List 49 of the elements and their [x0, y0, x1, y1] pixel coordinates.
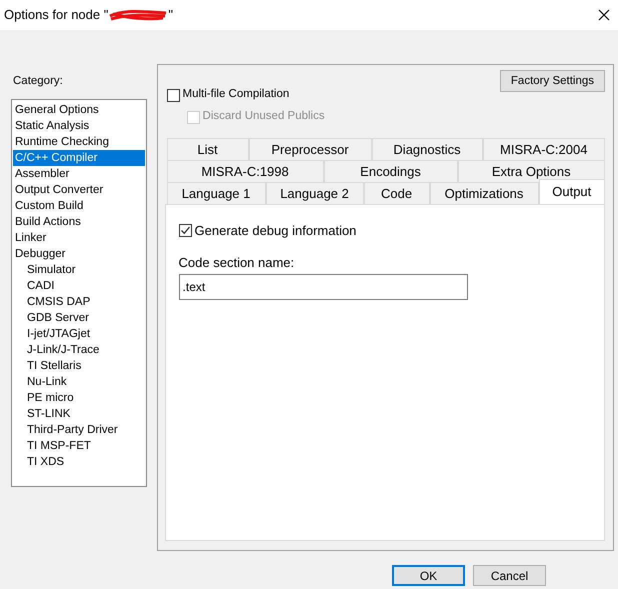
window-title-quote: "	[168, 6, 173, 24]
category-item[interactable]: TI Stellaris	[13, 358, 145, 374]
category-item[interactable]: Third-Party Driver	[13, 422, 145, 438]
checkbox-label[interactable]: Generate debug information	[194, 221, 356, 240]
checkbox[interactable]	[166, 88, 180, 102]
category-item[interactable]: Simulator	[13, 262, 145, 278]
dialog-button[interactable]: Cancel	[473, 565, 546, 586]
category-item[interactable]: General Options	[13, 102, 145, 118]
category-item[interactable]: Build Actions	[13, 214, 145, 230]
close-icon[interactable]	[598, 9, 610, 21]
tab[interactable]: Optimizations	[430, 182, 539, 204]
tab[interactable]: Language 2	[266, 182, 364, 204]
category-item[interactable]: Runtime Checking	[13, 134, 145, 150]
tab[interactable]: MISRA-C:1998	[166, 160, 324, 182]
category-item[interactable]: CADI	[13, 278, 145, 294]
tab[interactable]: Output	[538, 179, 605, 204]
category-item[interactable]: Static Analysis	[13, 118, 145, 134]
category-item[interactable]: Nu-Link	[13, 374, 145, 390]
tab[interactable]: Language 1	[166, 182, 266, 204]
tab[interactable]: Extra Options	[458, 160, 605, 182]
category-label: Category:	[13, 74, 64, 89]
factory-settings-button[interactable]: Factory Settings	[500, 70, 605, 92]
category-item[interactable]: CMSIS DAP	[13, 294, 145, 310]
field-label: Code section name:	[178, 254, 296, 272]
checkbox-label: Discard Unused Publics	[202, 109, 325, 124]
category-item[interactable]: TI XDS	[13, 454, 145, 470]
category-item[interactable]: PE micro	[13, 390, 145, 406]
window-title: Options for node "	[4, 6, 108, 24]
category-item[interactable]: Linker	[13, 230, 145, 246]
category-item[interactable]: GDB Server	[13, 310, 145, 326]
category-item[interactable]: ST-LINK	[13, 406, 145, 422]
tab[interactable]: Preprocessor	[248, 138, 372, 160]
input-field[interactable]: .text	[178, 274, 468, 300]
tab[interactable]: List	[166, 138, 249, 160]
tab[interactable]: Diagnostics	[372, 138, 483, 160]
category-item[interactable]: Assembler	[13, 166, 145, 182]
category-item[interactable]: TI MSP-FET	[13, 438, 145, 454]
category-item[interactable]: J-Link/J-Trace	[13, 342, 145, 358]
category-item[interactable]: Debugger	[13, 246, 145, 262]
tab[interactable]: MISRA-C:2004	[482, 138, 605, 160]
category-item[interactable]: Custom Build	[13, 198, 145, 214]
checkbox[interactable]	[178, 224, 192, 238]
dialog-button[interactable]: OK	[392, 565, 465, 586]
category-item[interactable]: C/C++ Compiler	[13, 150, 145, 166]
tab[interactable]: Encodings	[324, 160, 458, 182]
tab[interactable]: Code	[364, 182, 430, 204]
category-item[interactable]: I-jet/JTAGjet	[13, 326, 145, 342]
category-item[interactable]: Output Converter	[13, 182, 145, 198]
checkbox-label[interactable]: Multi-file Compilation	[182, 86, 290, 104]
